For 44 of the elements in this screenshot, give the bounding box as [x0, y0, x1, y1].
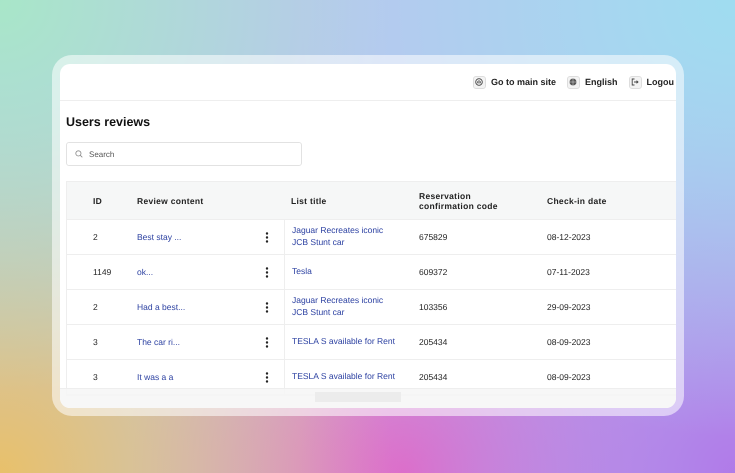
column-header: Review content [137, 194, 205, 208]
more-icon[interactable] [265, 302, 269, 312]
table-cell-text: 205434 [419, 371, 448, 384]
header-link[interactable]: English [566, 76, 618, 88]
list-title-link[interactable]: Jaguar Recreates iconic JCB Stunt car [292, 295, 400, 319]
search-field[interactable]: Search [66, 142, 302, 166]
table-cell-text: 08-09-2023 [547, 336, 592, 349]
list-title-link[interactable]: TESLA S available for Rent [292, 336, 396, 348]
more-icon[interactable] [265, 372, 269, 382]
more-icon[interactable] [265, 266, 269, 278]
globe-icon [566, 76, 580, 88]
table-cell-text: 29-09-2023 [547, 301, 592, 314]
header-link[interactable]: Go to main site [472, 76, 556, 88]
table-cell-text: 08-09-2023 [547, 371, 592, 384]
table-cell-text: 3 [92, 371, 99, 384]
table-cell-text: 3 [92, 336, 99, 349]
list-title-link[interactable]: Jaguar Recreates iconic JCB Stunt car [292, 225, 400, 249]
table-cell-text: 609372 [419, 266, 448, 279]
review-link[interactable]: The car ri... [137, 337, 180, 347]
table-cell-text: 07-11-2023 [547, 266, 591, 279]
column-header: Reservation confirmation code [419, 190, 499, 212]
more-icon[interactable] [265, 232, 269, 242]
column-header: ID [92, 194, 104, 208]
review-link[interactable]: Had a best... [137, 302, 186, 312]
table-cell-text: 675829 [419, 231, 448, 244]
list-title-link[interactable]: Tesla [292, 266, 312, 278]
table-cell-text: 2 [92, 301, 99, 314]
more-icon[interactable] [265, 336, 269, 348]
header-link[interactable]: Logou [628, 76, 674, 88]
review-link[interactable]: It was a a [137, 372, 174, 382]
logout-icon [628, 76, 642, 88]
table-cell-text: 2 [92, 231, 99, 244]
table-cell-text: 08-12-2023 [547, 231, 592, 244]
page-title: Users reviews [66, 115, 152, 129]
column-header: Check-in date [547, 194, 608, 208]
home-icon [472, 76, 486, 88]
review-link[interactable]: ok... [137, 267, 154, 277]
column-header: List title [290, 194, 328, 208]
table-cell-text: 1149 [92, 266, 112, 279]
list-title-link[interactable]: TESLA S available for Rent [292, 371, 396, 383]
review-link[interactable]: Best stay ... [137, 232, 182, 242]
table-cell-text: 205434 [419, 336, 448, 349]
search-icon [75, 150, 83, 158]
table-cell-text: 103356 [419, 301, 448, 314]
